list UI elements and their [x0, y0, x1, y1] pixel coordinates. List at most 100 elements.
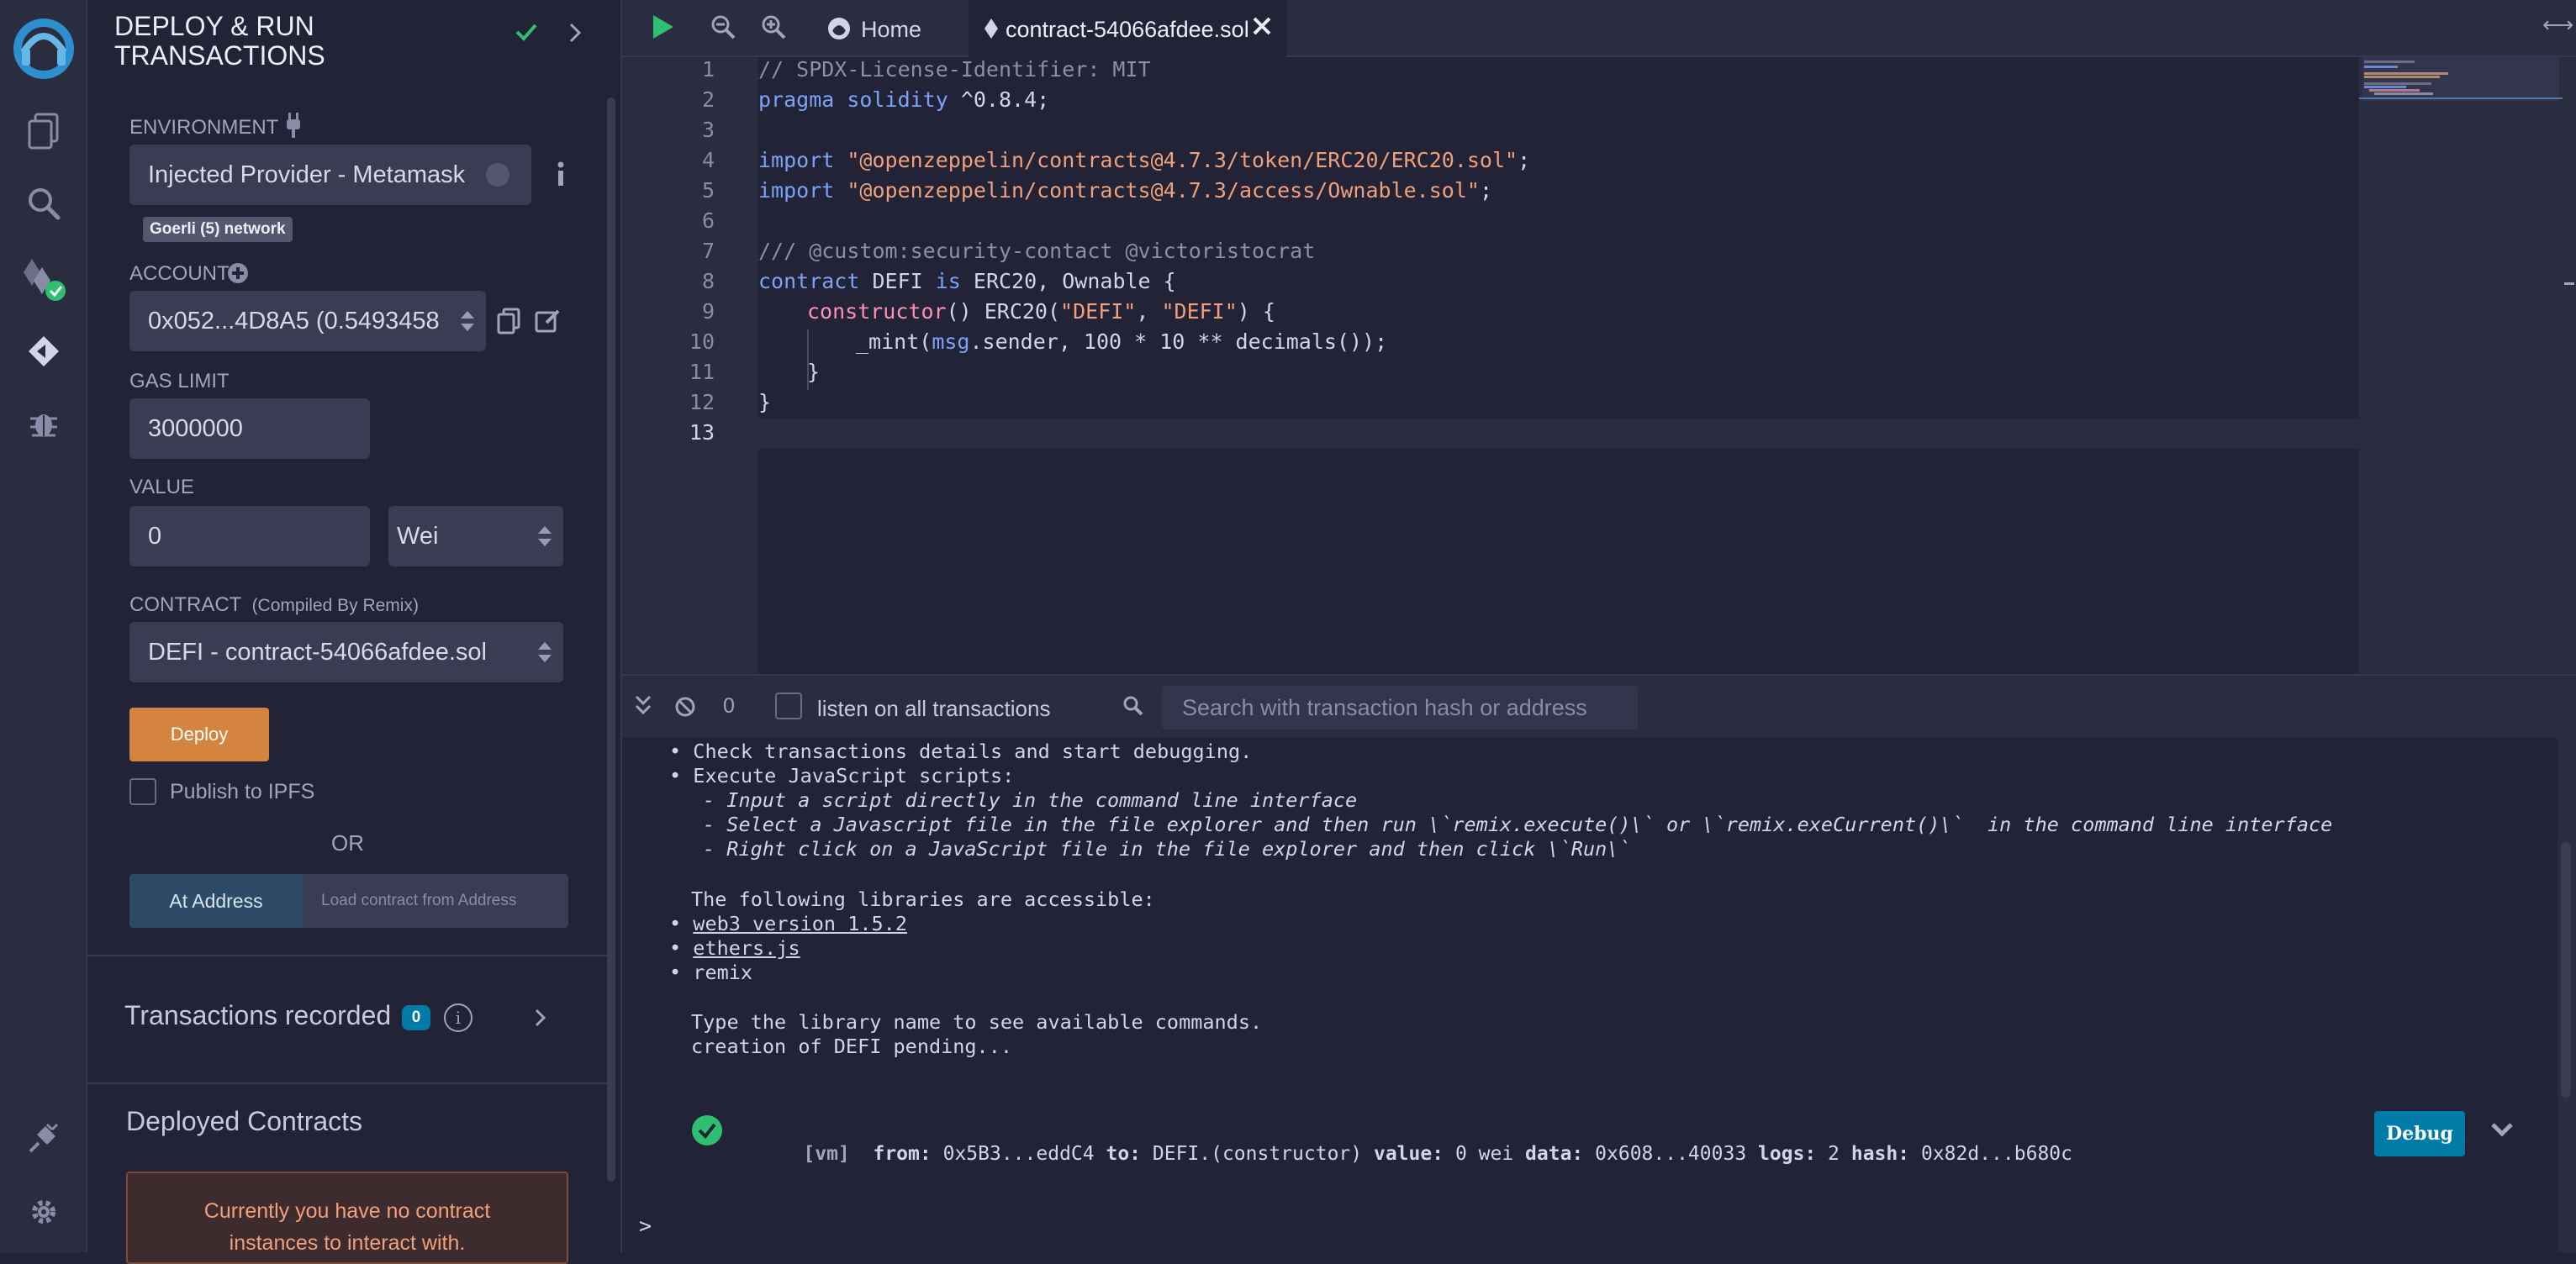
line-number: 3 [701, 118, 715, 142]
chevron-right-icon[interactable] [568, 22, 582, 48]
value-unit-select[interactable]: Wei [388, 506, 563, 566]
line-number: 6 [701, 208, 715, 233]
search-icon[interactable] [17, 176, 71, 230]
contract-select[interactable]: DEFI - contract-54066afdee.sol [129, 622, 563, 682]
terminal-line: creation of DEFI pending... [691, 1035, 1013, 1058]
check-icon [515, 22, 538, 46]
minimap[interactable] [2359, 57, 2563, 674]
debugger-icon[interactable] [17, 397, 71, 450]
add-account-icon[interactable] [227, 262, 249, 288]
code-line-7: /// @custom:security-contact @victoristo… [758, 239, 1315, 263]
tx-tag: [vm] [803, 1143, 850, 1165]
web3-link[interactable]: web3 version 1.5.2 [693, 912, 907, 935]
tx-from: 0x5B3...eddC4 [942, 1143, 1095, 1165]
code-text: ^0.8.4; [948, 87, 1050, 112]
transactions-info-icon[interactable]: i [444, 1003, 472, 1032]
value-unit-value: Wei [397, 522, 439, 550]
zoom-out-icon[interactable] [710, 13, 736, 45]
close-tab-icon[interactable] [1251, 15, 1273, 41]
info-icon[interactable] [555, 161, 567, 191]
plug-icon [282, 113, 304, 142]
line-number: 1 [701, 57, 715, 82]
deploy-button[interactable]: Deploy [129, 708, 269, 761]
debug-button[interactable]: Debug [2374, 1111, 2465, 1156]
environment-select[interactable]: Injected Provider - Metamask [129, 145, 531, 205]
clear-console-icon[interactable] [674, 696, 696, 722]
tx-to: DEFI.(constructor) [1152, 1143, 1363, 1165]
transactions-chevron-icon[interactable] [535, 1009, 546, 1031]
current-line-highlight [758, 419, 2359, 449]
tx-search-input[interactable]: Search with transaction hash or address [1162, 686, 1638, 729]
indent-guide [807, 329, 809, 390]
terminal-scroll-thumb[interactable] [2561, 842, 2571, 1098]
panel-title-line1: DEPLOY & RUN [114, 11, 314, 41]
panel-title-line2: TRANSACTIONS [114, 40, 325, 71]
no-contract-alert: Currently you have no contract instances… [126, 1172, 568, 1264]
tab-home[interactable]: Home [821, 0, 955, 55]
minimap-line [2364, 76, 2440, 78]
environment-label: ENVIRONMENT [129, 116, 279, 139]
code-string: "DEFI" [1161, 299, 1238, 324]
deploy-run-icon[interactable] [17, 324, 71, 378]
code-text: .sender, 100 * 10 ** decimals()); [969, 329, 1388, 354]
account-select[interactable]: 0x052...4D8A5 (0.5493458 [129, 291, 486, 351]
line-number: 5 [701, 178, 715, 203]
code-text: ; [1518, 148, 1531, 172]
editor-scrollbar[interactable] [2563, 57, 2576, 674]
collapse-terminal-icon[interactable] [634, 694, 652, 722]
terminal-scrollbar[interactable] [2558, 738, 2576, 1252]
solidity-compiler-icon[interactable] [17, 252, 71, 306]
expand-horizontal-icon[interactable]: ⟷ [2542, 12, 2573, 38]
expand-tx-icon[interactable] [2490, 1121, 2514, 1144]
gas-limit-input[interactable]: 3000000 [129, 398, 370, 459]
edit-icon[interactable] [535, 308, 562, 339]
terminal-output: • Check transactions details and start d… [622, 738, 2576, 1252]
code-line-5: import "@openzeppelin/contracts@4.7.3/ac… [758, 178, 1492, 203]
tx-logs-label: logs: [1758, 1143, 1817, 1165]
line-number: 8 [701, 269, 715, 293]
line-number: 11 [689, 360, 715, 384]
code-text: ERC20, Ownable { [960, 269, 1176, 293]
contract-value: DEFI - contract-54066afdee.sol [148, 638, 487, 666]
tx-data: 0x608...40033 [1595, 1143, 1747, 1165]
tx-hash: 0x82d...b680c [1920, 1143, 2072, 1165]
ethers-link[interactable]: ethers.js [693, 936, 800, 960]
code-text: _mint( [856, 329, 932, 354]
listen-all-label: listen on all transactions [817, 696, 1051, 721]
terminal-prompt[interactable]: > [639, 1214, 652, 1238]
zoom-in-icon[interactable] [760, 13, 787, 45]
terminal-line: Type the library name to see available c… [691, 1010, 1263, 1034]
value-input[interactable]: 0 [129, 506, 370, 566]
at-address-input[interactable]: Load contract from Address [303, 874, 568, 928]
transactions-count-badge: 0 [402, 1005, 430, 1030]
tx-success-icon [691, 1114, 723, 1151]
value-label: VALUE [129, 476, 194, 498]
code-line-1: // SPDX-License-Identifier: MIT [758, 57, 1151, 82]
tab-contract-file[interactable]: contract-54066afdee.sol [969, 0, 1286, 57]
pending-tx-count: 0 [723, 694, 735, 718]
listen-all-checkbox[interactable] [775, 693, 802, 719]
minimap-line [2374, 92, 2433, 95]
code-text: () ERC20( [946, 299, 1061, 324]
code-keyword: is [935, 269, 961, 293]
terminal-line: - Input a script directly in the command… [703, 788, 1358, 812]
code-string: "@openzeppelin/contracts@4.7.3/token/ERC… [834, 148, 1518, 172]
code-string: "DEFI" [1060, 299, 1137, 324]
tx-summary[interactable]: [vm] from: 0x5B3...eddC4 to: DEFI.(const… [757, 1121, 2072, 1187]
tx-logs: 2 [1828, 1143, 1840, 1165]
code-text: , [1136, 299, 1162, 324]
file-explorer-icon[interactable] [17, 104, 71, 158]
code-text: } [807, 360, 821, 384]
at-address-button[interactable]: At Address [129, 874, 303, 928]
remix-logo-icon[interactable] [8, 13, 79, 84]
line-number: 2 [701, 87, 715, 112]
run-icon[interactable] [651, 13, 676, 45]
plugin-manager-icon[interactable] [17, 1111, 71, 1165]
tab-file-label: contract-54066afdee.sol [1006, 17, 1249, 42]
contract-sublabel: (Compiled By Remix) [251, 596, 419, 615]
panel-scrollbar[interactable] [607, 97, 615, 1182]
copy-icon[interactable] [496, 308, 521, 339]
publish-ipfs-checkbox[interactable] [129, 778, 156, 805]
terminal-line: • Execute JavaScript scripts: [669, 764, 1015, 787]
settings-gear-icon[interactable] [17, 1185, 71, 1239]
